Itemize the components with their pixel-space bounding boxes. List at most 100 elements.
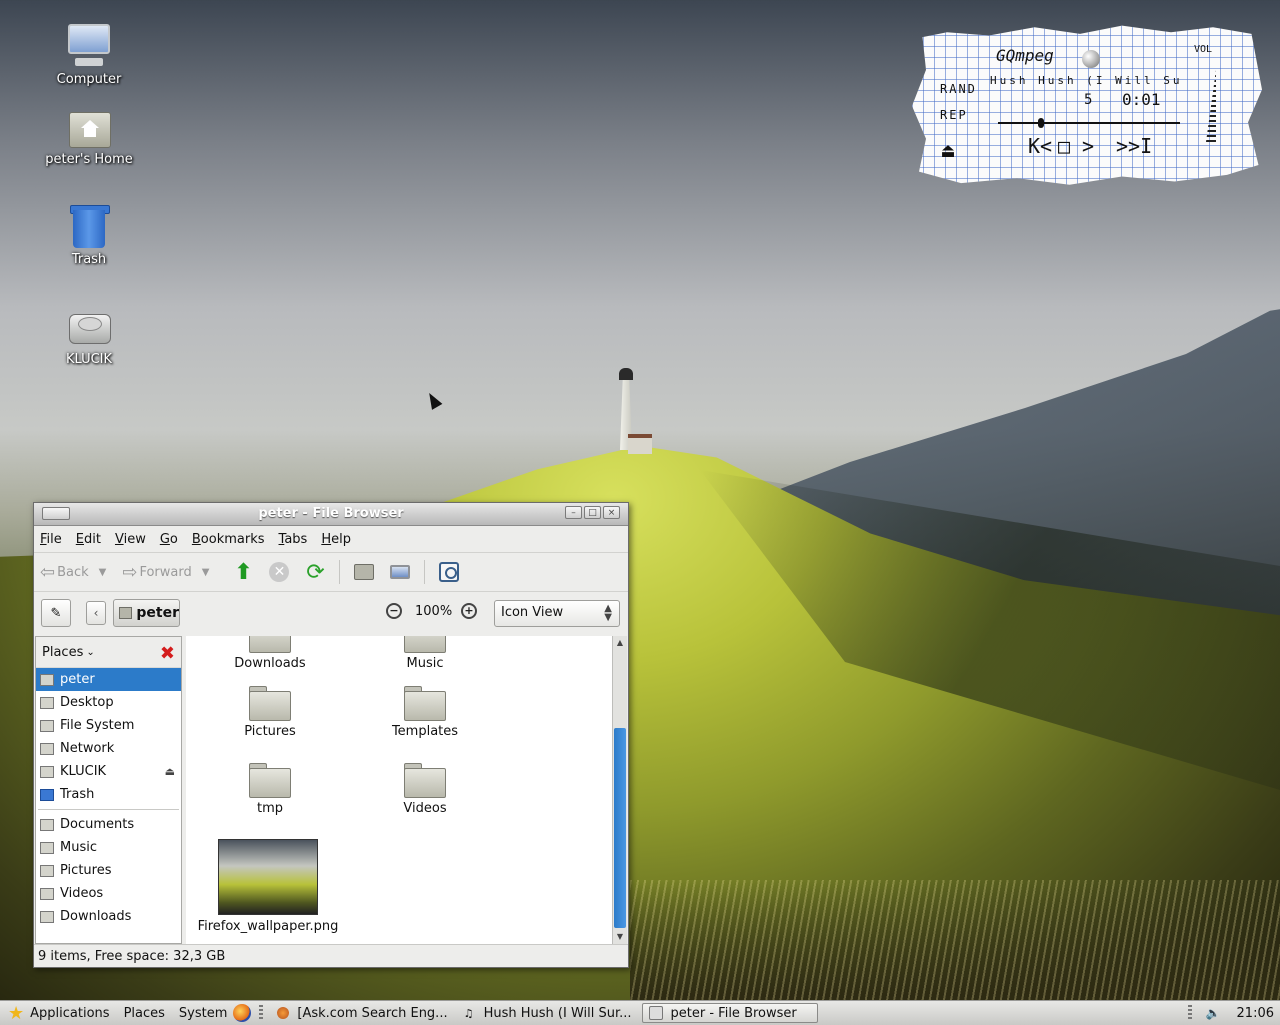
applications-menu[interactable]: ★ Applications [0,1003,110,1024]
location-toggle-button[interactable]: ✎ [41,599,71,627]
desktop-icon-klucik[interactable]: KLUCIK [29,302,149,367]
forward-history-dropdown[interactable]: ▼ [202,567,210,578]
eject-icon[interactable]: ⏏ [942,138,954,162]
zoom-out-button[interactable]: − [386,603,402,619]
sidebar-item-trash[interactable]: Trash [36,783,181,806]
file-item[interactable]: Videos [365,763,485,816]
desktop-icon-trash[interactable]: Trash [29,202,149,267]
sidebar-item-pictures[interactable]: Pictures [36,859,181,882]
up-button[interactable]: ⬆ [230,559,256,585]
home-button[interactable] [351,559,377,585]
reload-button[interactable]: ⟳ [302,559,328,585]
view-mode-select[interactable]: Icon View ▲ ▼ [494,600,620,627]
sidebar-item-label: Pictures [60,863,112,878]
menu-bookmarks[interactable]: Bookmarks [192,532,265,547]
sidebar-item-videos[interactable]: Videos [36,882,181,905]
sidebar-item-peter[interactable]: peter [36,668,181,691]
minimize-button[interactable]: – [565,506,582,519]
sidebar-header[interactable]: Places ⌄ ✖ [36,637,181,668]
firefox-launcher-icon[interactable] [233,1004,252,1022]
volume-slider[interactable] [1206,70,1216,142]
sidebar-item-music[interactable]: Music [36,836,181,859]
desktop-icon-computer[interactable]: Computer [29,22,149,87]
close-sidebar-icon[interactable]: ✖ [160,643,175,664]
forward-button[interactable]: ⇨ Forward ▼ [122,562,219,583]
sidebar-item-klucik[interactable]: KLUCIK ⏏ [36,760,181,783]
file-browser-icon [648,1006,663,1020]
clock[interactable]: 21:06 [1237,1006,1274,1021]
eject-icon[interactable]: ⏏ [165,765,175,778]
task-label: peter - File Browser [670,1005,797,1021]
file-item[interactable]: Pictures [210,686,330,739]
computer-icon [390,565,411,579]
places-menu[interactable]: Places [124,1006,165,1021]
chevron-updown-icon: ▲ ▼ [604,603,612,623]
applications-label: Applications [30,1005,110,1021]
sidebar-item-desktop[interactable]: Desktop [36,691,181,714]
maximize-button[interactable]: □ [584,506,601,519]
random-toggle[interactable]: RAND [940,82,977,96]
sidebar-item-file-system[interactable]: File System [36,714,181,737]
back-history-dropdown[interactable]: ▼ [99,567,107,578]
back-button[interactable]: ⇦ Back ▼ [40,562,116,583]
position-slider-track[interactable] [998,122,1180,124]
position-slider-handle[interactable] [1038,118,1044,128]
file-item[interactable]: Templates [365,686,485,739]
menu-help[interactable]: Help [321,532,351,547]
task-label: [Ask.com Search Eng... [297,1005,448,1021]
close-button[interactable]: × [603,506,620,519]
menu-edit[interactable]: Edit [76,532,101,547]
wallpaper-lighthouse-top [619,368,633,380]
sidebar-item-documents[interactable]: Documents [36,813,181,836]
file-item[interactable]: tmp [210,763,330,816]
scroll-up-arrow-icon[interactable]: ▲ [613,636,627,650]
zoom-in-button[interactable]: + [461,603,477,619]
breadcrumb-peter[interactable]: peter [113,599,180,627]
panel-handle[interactable] [259,1005,264,1021]
task-gqmpeg[interactable]: ♫ Hush Hush (I Will Sur... [458,1003,638,1023]
system-label: System [178,1005,228,1021]
desktop-icon-label: KLUCIK [65,352,113,367]
pencil-icon: ✎ [50,605,62,621]
menu-tabs[interactable]: Tabs [279,532,308,547]
file-name: Downloads [234,656,306,671]
next-button[interactable]: >>I [1116,134,1152,158]
file-item[interactable]: Firefox_wallpaper.png [188,839,348,934]
file-item[interactable]: Downloads [210,636,330,671]
player-knob[interactable] [1082,50,1100,68]
stop-button[interactable]: □ [1058,134,1070,158]
file-item[interactable]: Music [365,636,485,671]
previous-button[interactable]: K< [1028,134,1052,158]
play-button[interactable]: > [1082,134,1094,158]
computer-button[interactable] [387,559,413,585]
repeat-toggle[interactable]: REP [940,108,968,122]
path-scroll-left-button[interactable]: ‹ [86,601,106,625]
sidebar-item-network[interactable]: Network [36,737,181,760]
sidebar-item-label: Videos [60,886,104,901]
star-icon: ★ [8,1002,25,1024]
menu-bar: File Edit View Go Bookmarks Tabs Help [34,526,628,553]
search-button[interactable] [436,559,462,585]
task-file-browser[interactable]: peter - File Browser [641,1003,818,1023]
gqmpeg-player[interactable]: GQmpeg VOL RAND Hush Hush (I Will Su 5 0… [912,25,1262,185]
back-label: Back [57,564,89,580]
desktop-icon-home[interactable]: peter's Home [29,102,149,167]
file-browser-window: peter - File Browser – □ × File Edit Vie… [33,502,629,968]
menu-file[interactable]: File [40,532,62,547]
file-pane[interactable]: Downloads Music Pictures Templates tmp V… [186,636,612,944]
file-name: Videos [403,801,447,816]
scroll-down-arrow-icon[interactable]: ▼ [613,930,627,944]
task-ask-com[interactable]: [Ask.com Search Eng... [271,1003,453,1023]
sidebar-type-select[interactable]: Places [42,645,83,660]
stop-button[interactable]: ✕ [266,559,292,585]
tray-handle[interactable] [1187,1005,1192,1021]
system-menu[interactable]: System [179,1006,227,1021]
menu-go[interactable]: Go [160,532,178,547]
volume-speaker-icon[interactable]: 🔈 [1206,1006,1221,1020]
title-bar[interactable]: peter - File Browser – □ × [34,503,628,526]
sidebar-item-downloads[interactable]: Downloads [36,905,181,928]
menu-view[interactable]: View [115,532,146,547]
scrollbar-thumb[interactable] [614,728,626,928]
vertical-scrollbar[interactable]: ▲ ▼ [612,636,627,944]
network-icon [40,742,54,755]
